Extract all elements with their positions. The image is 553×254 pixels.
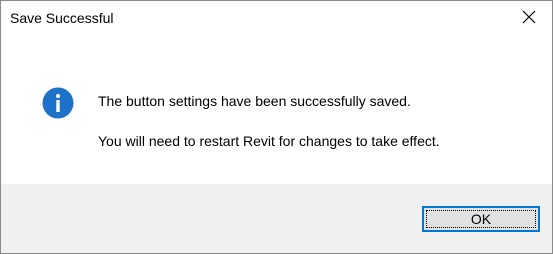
button-bar: OK	[1, 184, 552, 253]
window-title: Save Successful	[10, 10, 114, 26]
message-line-1: The button settings have been successful…	[98, 93, 411, 109]
close-button[interactable]	[506, 1, 552, 32]
close-icon	[522, 10, 536, 23]
dialog-content: The button settings have been successful…	[1, 32, 552, 184]
message-line-2: You will need to restart Revit for chang…	[98, 133, 440, 149]
info-icon	[42, 87, 74, 119]
title-bar: Save Successful	[1, 1, 552, 32]
ok-button-label: OK	[470, 211, 492, 227]
message-dialog: Save Successful The button settings have…	[0, 0, 553, 254]
ok-button[interactable]: OK	[422, 206, 540, 232]
